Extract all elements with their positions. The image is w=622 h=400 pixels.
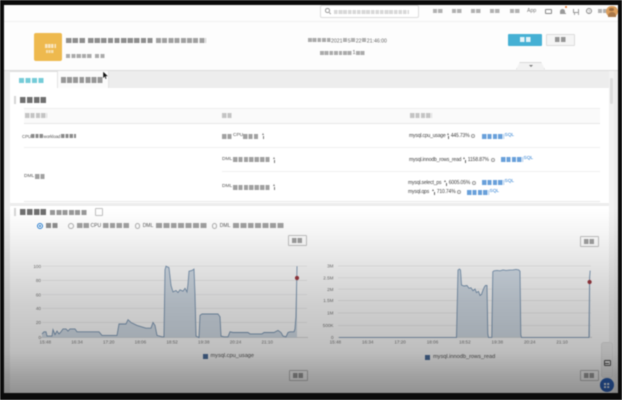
svg-text:18:06: 18:06 (135, 340, 147, 345)
svg-text:40: 40 (36, 306, 42, 311)
svg-text:16:34: 16:34 (71, 340, 83, 345)
svg-text:21:10: 21:10 (556, 340, 568, 345)
svg-text:16:34: 16:34 (362, 340, 374, 345)
svg-text:1.5M: 1.5M (323, 298, 333, 303)
svg-text:21:10: 21:10 (261, 340, 273, 345)
svg-text:18:06: 18:06 (427, 340, 439, 345)
svg-text:15:48: 15:48 (40, 340, 52, 345)
svg-text:1M: 1M (327, 311, 334, 316)
svg-text:15:48: 15:48 (330, 340, 342, 345)
svg-text:20:24: 20:24 (230, 340, 242, 345)
svg-text:20:24: 20:24 (524, 340, 536, 345)
svg-text:18:52: 18:52 (166, 340, 178, 345)
svg-text:2.5M: 2.5M (323, 275, 333, 280)
svg-text:100: 100 (33, 264, 41, 269)
svg-text:17:20: 17:20 (103, 340, 115, 345)
svg-text:19:38: 19:38 (198, 340, 210, 345)
svg-text:20: 20 (36, 320, 42, 325)
svg-text:3M: 3M (327, 264, 334, 269)
svg-text:80: 80 (36, 278, 42, 283)
svg-text:18:52: 18:52 (459, 340, 471, 345)
svg-text:500K: 500K (323, 323, 335, 328)
svg-text:19:38: 19:38 (492, 340, 504, 345)
svg-text:2M: 2M (327, 287, 334, 292)
svg-text:17:20: 17:20 (394, 340, 406, 345)
svg-text:60: 60 (36, 292, 42, 297)
